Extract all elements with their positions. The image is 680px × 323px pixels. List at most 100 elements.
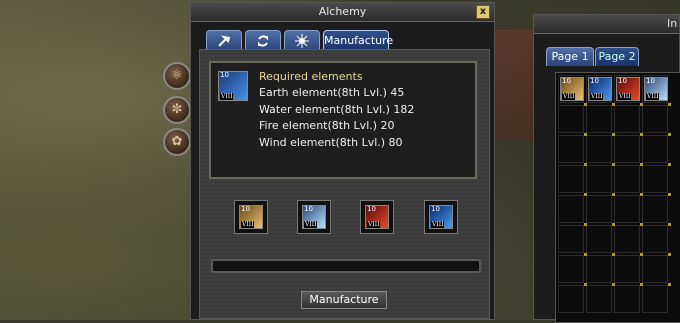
- inventory-slot[interactable]: 10 VIII: [614, 75, 640, 103]
- inventory-slot[interactable]: [614, 285, 640, 313]
- inventory-slot[interactable]: [614, 195, 640, 223]
- tab-sparkle[interactable]: [284, 30, 320, 51]
- earth-requirement: Earth element(8th Lvl.) 45: [259, 86, 405, 100]
- item-tier: VIII: [590, 93, 604, 100]
- inventory-slot[interactable]: [642, 195, 668, 223]
- fire-requirement: Fire element(8th Lvl.) 20: [259, 119, 395, 133]
- window-title: Alchemy: [318, 5, 367, 18]
- inventory-slot[interactable]: [586, 225, 612, 253]
- grid-separator-dot: [668, 253, 671, 256]
- grid-separator-dot: [584, 193, 587, 196]
- tab-hammer[interactable]: [206, 30, 242, 51]
- item-level: 10: [431, 205, 440, 213]
- inventory-slot[interactable]: [614, 165, 640, 193]
- grid-separator-dot: [612, 253, 615, 256]
- inventory-slot[interactable]: [558, 285, 584, 313]
- grid-separator-dot: [668, 133, 671, 136]
- inventory-slot[interactable]: [586, 255, 612, 283]
- inventory-slot[interactable]: [558, 225, 584, 253]
- tab-page-2[interactable]: Page 2: [595, 47, 639, 66]
- inventory-slot[interactable]: [642, 165, 668, 193]
- inventory-slot[interactable]: 10 VIII: [586, 75, 612, 103]
- sparkle-icon: [295, 34, 309, 48]
- ingredient-slot-water[interactable]: 10 VIII: [424, 200, 458, 234]
- earth-element-icon: 10 VIII: [560, 77, 584, 101]
- grid-separator-dot: [668, 103, 671, 106]
- inventory-slot[interactable]: [642, 255, 668, 283]
- item-level: 10: [590, 77, 599, 85]
- inventory-slot[interactable]: [586, 165, 612, 193]
- inventory-slot[interactable]: [558, 135, 584, 163]
- item-tier: VIII: [646, 93, 660, 100]
- water-element-icon[interactable]: 10 VIII: [218, 71, 248, 101]
- inventory-titlebar[interactable]: In: [534, 15, 679, 34]
- grid-separator-dot: [584, 163, 587, 166]
- required-elements-list: Required elements Earth element(8th Lvl.…: [259, 69, 414, 151]
- water-requirement: Water element(8th Lvl.) 182: [259, 102, 415, 116]
- close-button[interactable]: x: [476, 5, 490, 19]
- grid-separator-dot: [640, 253, 643, 256]
- inventory-slot[interactable]: [558, 165, 584, 193]
- potion-orb-icon[interactable]: ⚛: [163, 62, 191, 90]
- inventory-slot[interactable]: 10 VIII: [558, 75, 584, 103]
- wind-element-icon: 10 VIII: [644, 77, 668, 101]
- inventory-slot[interactable]: [642, 225, 668, 253]
- inventory-slot[interactable]: [614, 105, 640, 133]
- tab-recycle[interactable]: [245, 30, 281, 51]
- grid-separator-dot: [668, 163, 671, 166]
- fire-element-icon: 10 VIII: [616, 77, 640, 101]
- wind-requirement: Wind element(8th Lvl.) 80: [259, 135, 403, 149]
- inventory-slot[interactable]: [642, 285, 668, 313]
- ingredient-slot-wind[interactable]: 10 VIII: [297, 200, 331, 234]
- grid-separator-dot: [668, 223, 671, 226]
- inventory-slot[interactable]: [614, 225, 640, 253]
- earth-element-icon: 10 VIII: [239, 205, 263, 229]
- item-level: 10: [304, 205, 313, 213]
- inventory-slot[interactable]: [558, 195, 584, 223]
- window-titlebar[interactable]: Alchemy: [191, 3, 494, 22]
- inventory-slot[interactable]: [586, 195, 612, 223]
- grid-separator-dot: [612, 223, 615, 226]
- grid-separator-dot: [668, 283, 671, 286]
- inventory-slot[interactable]: [642, 105, 668, 133]
- item-tier: VIII: [562, 93, 576, 100]
- inventory-slot[interactable]: [586, 135, 612, 163]
- grid-separator-dot: [640, 283, 643, 286]
- inventory-grid: 10 VIII 10 VIII 10 VIII 10 VIII: [555, 72, 680, 323]
- tab-page-1-label: Page 1: [551, 50, 589, 63]
- inventory-slot[interactable]: 10 VIII: [642, 75, 668, 103]
- item-tier: VIII: [220, 93, 234, 100]
- swirl-orb-icon[interactable]: ✼: [163, 96, 191, 124]
- inventory-slot[interactable]: [614, 255, 640, 283]
- grid-separator-dot: [640, 223, 643, 226]
- tab-manufacture-label: Manufacture: [324, 34, 394, 47]
- grid-separator-dot: [584, 283, 587, 286]
- grid-separator-dot: [612, 133, 615, 136]
- item-tier: VIII: [304, 221, 318, 228]
- manufacture-button[interactable]: Manufacture: [301, 291, 387, 309]
- inventory-slot[interactable]: [586, 285, 612, 313]
- alchemy-window: Alchemy x Manufacture 10 VIII Required e…: [190, 2, 495, 320]
- ingredient-slot-earth[interactable]: 10 VIII: [234, 200, 268, 234]
- water-element-icon: 10 VIII: [429, 205, 453, 229]
- water-element-icon: 10 VIII: [588, 77, 612, 101]
- progress-bar: [211, 259, 481, 273]
- inventory-slot[interactable]: [642, 135, 668, 163]
- grid-separator-dot: [612, 163, 615, 166]
- spiral-orb-icon[interactable]: ✿: [163, 128, 191, 156]
- inventory-slot[interactable]: [586, 105, 612, 133]
- item-level: 10: [618, 77, 627, 85]
- tab-manufacture[interactable]: Manufacture: [323, 30, 393, 51]
- ingredient-slot-fire[interactable]: 10 VIII: [360, 200, 394, 234]
- grid-separator-dot: [640, 163, 643, 166]
- grid-separator-dot: [584, 253, 587, 256]
- item-level: 10: [646, 77, 655, 85]
- inventory-slot[interactable]: [558, 105, 584, 133]
- recycle-icon: [258, 35, 268, 47]
- inventory-slot[interactable]: [558, 255, 584, 283]
- tab-page-1[interactable]: Page 1: [546, 47, 594, 66]
- grid-separator-dot: [640, 103, 643, 106]
- inventory-slot[interactable]: [614, 135, 640, 163]
- grid-separator-dot: [584, 223, 587, 226]
- required-elements-heading: Required elements: [259, 70, 363, 83]
